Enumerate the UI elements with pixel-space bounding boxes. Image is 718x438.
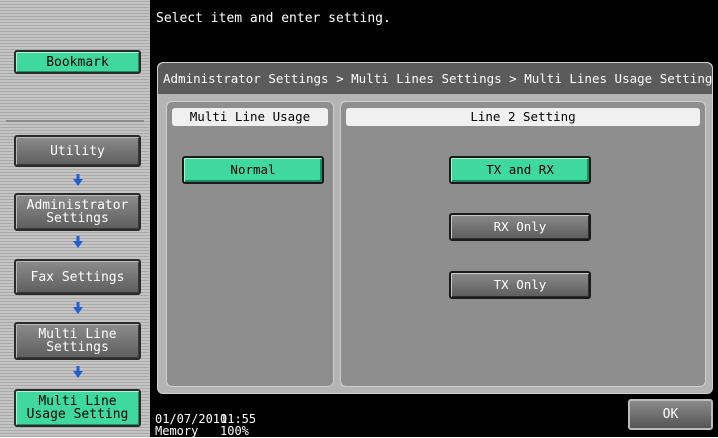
main-panel: Administrator Settings > Multi Lines Set…: [150, 57, 718, 399]
ok-label: OK: [662, 407, 679, 422]
arrow-down-icon: [73, 236, 83, 248]
sidebar-item-fax-settings[interactable]: Fax Settings: [14, 259, 141, 295]
rx-only-label: RX Only: [493, 219, 547, 234]
status-bar: 01/07/2010 Memory 11:55 100% OK: [150, 399, 718, 437]
arrow-down-icon: [73, 174, 83, 186]
tx-only-button[interactable]: TX Only: [449, 271, 591, 299]
settings-panel: Administrator Settings > Multi Lines Set…: [157, 62, 713, 394]
line2-setting-group: Line 2 Setting TX and RX RX Only TX Only: [340, 101, 706, 387]
sidebar-item-label: Multi Line Settings: [38, 327, 117, 355]
message-bar: Select item and enter setting.: [150, 0, 718, 57]
sidebar-divider: [6, 120, 144, 122]
line2-setting-header: Line 2 Setting: [346, 108, 700, 126]
sidebar-item-label: Fax Settings: [30, 269, 125, 285]
sidebar-item-label: Multi Line Usage Setting: [26, 394, 129, 422]
arrow-down-icon: [73, 366, 83, 378]
sidebar: Bookmark Utility Administrator Settings …: [0, 0, 150, 437]
sidebar-item-utility[interactable]: Utility: [14, 135, 141, 167]
ok-button[interactable]: OK: [628, 399, 713, 430]
normal-button[interactable]: Normal: [182, 156, 324, 184]
sidebar-item-multi-line-settings[interactable]: Multi Line Settings: [14, 322, 141, 360]
multi-line-usage-header: Multi Line Usage: [172, 108, 328, 126]
bookmark-button[interactable]: Bookmark: [14, 50, 141, 74]
multi-line-usage-group: Multi Line Usage Normal: [166, 101, 334, 387]
normal-label: Normal: [230, 162, 276, 177]
status-memory-label: Memory: [155, 424, 199, 438]
sidebar-item-administrator-settings[interactable]: Administrator Settings: [14, 193, 141, 231]
bookmark-label: Bookmark: [46, 54, 109, 70]
sidebar-item-label: Administrator Settings: [26, 198, 129, 226]
tx-only-label: TX Only: [493, 277, 547, 292]
arrow-down-icon: [73, 302, 83, 314]
tx-and-rx-label: TX and RX: [486, 162, 554, 177]
status-memory-value: 100%: [220, 424, 249, 438]
rx-only-button[interactable]: RX Only: [449, 213, 591, 241]
sidebar-item-label: Utility: [50, 143, 105, 159]
sidebar-item-multi-line-usage-setting[interactable]: Multi Line Usage Setting: [14, 389, 141, 427]
tx-and-rx-button[interactable]: TX and RX: [449, 156, 591, 184]
instruction-message: Select item and enter setting.: [156, 11, 391, 26]
breadcrumb: Administrator Settings > Multi Lines Set…: [158, 63, 712, 94]
